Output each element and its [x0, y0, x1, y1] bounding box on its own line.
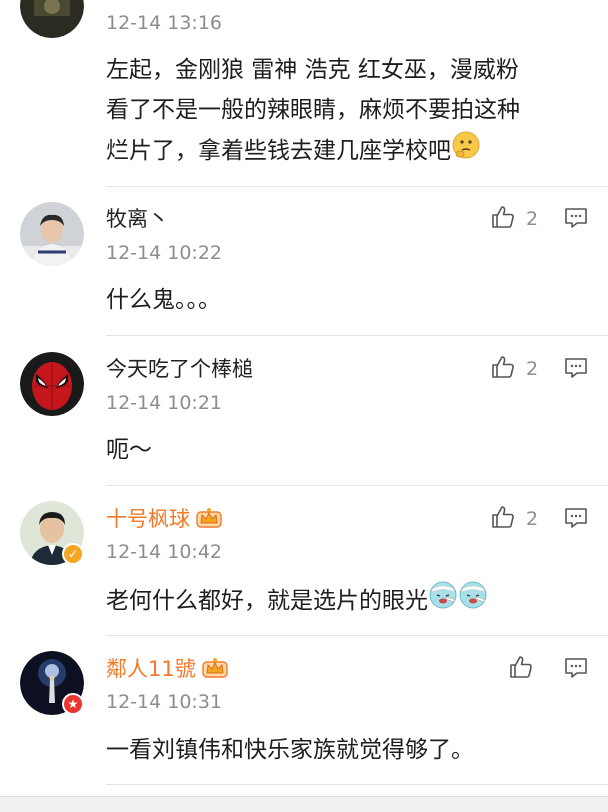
reply-button[interactable] — [564, 356, 588, 384]
comment-text-line: 左起，金刚狼 雷神 浩克 红女巫，漫威粉 — [106, 57, 519, 83]
username[interactable]: 鄰人11號 — [106, 656, 228, 684]
comment-text: 左起，金刚狼 雷神 浩克 红女巫，漫威粉 看了不是一般的辣眼睛，麻烦不要拍这种 … — [106, 50, 520, 173]
like-button[interactable]: 2 — [490, 504, 538, 534]
sick-face-emoji — [428, 580, 458, 623]
thinking-face-emoji — [451, 130, 481, 173]
reply-button[interactable] — [564, 506, 588, 534]
reply-button[interactable] — [564, 206, 588, 234]
verified-badge: ✓ — [62, 543, 84, 565]
thumbs-up-icon — [490, 204, 516, 234]
comment-icon — [564, 508, 588, 534]
comment-text: 一看刘镇伟和快乐家族就觉得够了。 — [106, 737, 474, 763]
comment-text: 呃～ — [106, 437, 152, 463]
like-button[interactable] — [508, 654, 534, 684]
avatar[interactable] — [20, 202, 84, 266]
sick-face-emoji — [458, 580, 488, 623]
verified-badge: ★ — [62, 693, 84, 715]
like-count: 2 — [526, 508, 539, 530]
crown-icon — [202, 656, 228, 684]
comment-text-body: 老何什么都好，就是选片的眼光 — [106, 588, 428, 614]
comment-time: 12-14 10:21 — [106, 392, 223, 414]
comment-text-line: 烂片了，拿着些钱去建几座学校吧 — [106, 138, 451, 164]
thumbs-up-icon — [508, 654, 534, 684]
thumbs-up-icon — [490, 504, 516, 534]
comment-time: 12-14 13:16 — [106, 12, 223, 34]
username-text: 十号枫球 — [106, 507, 190, 531]
comment-text: 老何什么都好，就是选片的眼光 — [106, 580, 488, 623]
comment-icon — [564, 208, 588, 234]
username[interactable]: 今天吃了个棒槌 — [106, 356, 253, 382]
like-button[interactable]: 2 — [490, 354, 538, 384]
like-button[interactable]: 2 — [490, 204, 538, 234]
comment-text-line: 看了不是一般的辣眼睛，麻烦不要拍这种 — [106, 97, 520, 123]
comment-icon — [564, 658, 588, 684]
thumbs-up-icon — [490, 354, 516, 384]
username[interactable]: 十号枫球 — [106, 506, 222, 534]
avatar[interactable] — [20, 0, 84, 38]
crown-icon — [196, 506, 222, 534]
comment-time: 12-14 10:42 — [106, 541, 223, 563]
divider — [106, 635, 608, 636]
username-text: 鄰人11號 — [106, 657, 196, 681]
comment-time: 12-14 10:22 — [106, 242, 223, 264]
divider — [106, 485, 608, 486]
divider — [106, 784, 608, 785]
like-count: 2 — [526, 208, 539, 230]
avatar[interactable] — [20, 352, 84, 416]
username[interactable]: 牧离丶 — [106, 206, 169, 232]
reply-button[interactable] — [564, 656, 588, 684]
divider — [106, 186, 608, 187]
like-count: 2 — [526, 358, 539, 380]
comment-text: 什么鬼。。。 — [106, 287, 221, 313]
comment-icon — [564, 358, 588, 384]
divider — [106, 335, 608, 336]
bottom-bar — [0, 796, 608, 812]
comment-time: 12-14 10:31 — [106, 691, 223, 713]
